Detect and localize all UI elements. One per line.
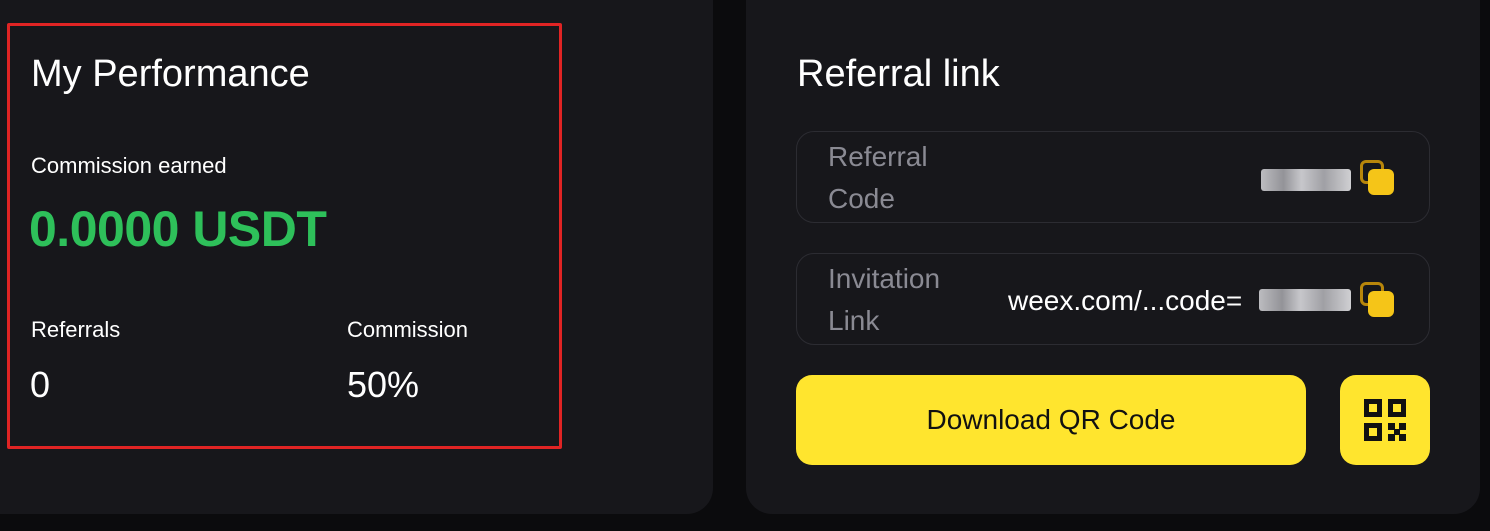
invitation-link-field: Invitation Link weex.com/...code= — [796, 253, 1430, 345]
invitation-link-masked — [1259, 289, 1351, 311]
copy-icon[interactable] — [1360, 282, 1396, 318]
referrals-label: Referrals — [31, 317, 121, 342]
invitation-link-label: Invitation Link — [828, 263, 941, 336]
referrals-value: 0 — [30, 364, 51, 405]
download-qr-button[interactable]: Download QR Code — [796, 375, 1306, 465]
qr-code-icon — [1364, 399, 1406, 441]
referral-code-value-masked — [1261, 169, 1351, 191]
commission-value: 50% — [347, 364, 420, 405]
download-qr-label: Download QR Code — [926, 404, 1176, 435]
invitation-link-value: weex.com/...code= — [1008, 285, 1243, 316]
copy-icon[interactable] — [1360, 160, 1396, 196]
referral-title: Referral link — [797, 53, 1000, 95]
qr-code-button[interactable] — [1340, 375, 1430, 465]
commission-earned-label: Commission earned — [31, 153, 227, 178]
commission-earned-value: 0.0000 USDT — [29, 201, 327, 257]
referral-code-field: Referral Code — [796, 131, 1430, 223]
referral-code-label: Referral Code — [828, 141, 928, 214]
performance-title: My Performance — [31, 53, 310, 95]
commission-label: Commission — [347, 317, 469, 342]
